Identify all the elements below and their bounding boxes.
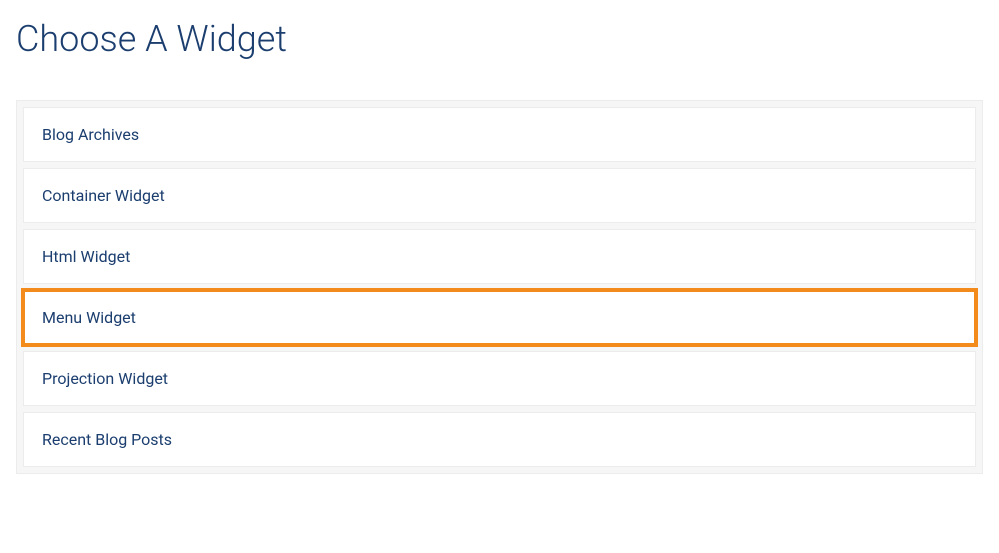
- page-title: Choose A Widget: [16, 0, 983, 60]
- widget-item-html-widget[interactable]: Html Widget: [23, 229, 976, 284]
- widget-item-projection-widget[interactable]: Projection Widget: [23, 351, 976, 406]
- widget-list: Blog Archives Container Widget Html Widg…: [16, 100, 983, 474]
- widget-item-menu-widget[interactable]: Menu Widget: [23, 290, 976, 345]
- widget-item-recent-blog-posts[interactable]: Recent Blog Posts: [23, 412, 976, 467]
- widget-item-container-widget[interactable]: Container Widget: [23, 168, 976, 223]
- widget-item-blog-archives[interactable]: Blog Archives: [23, 107, 976, 162]
